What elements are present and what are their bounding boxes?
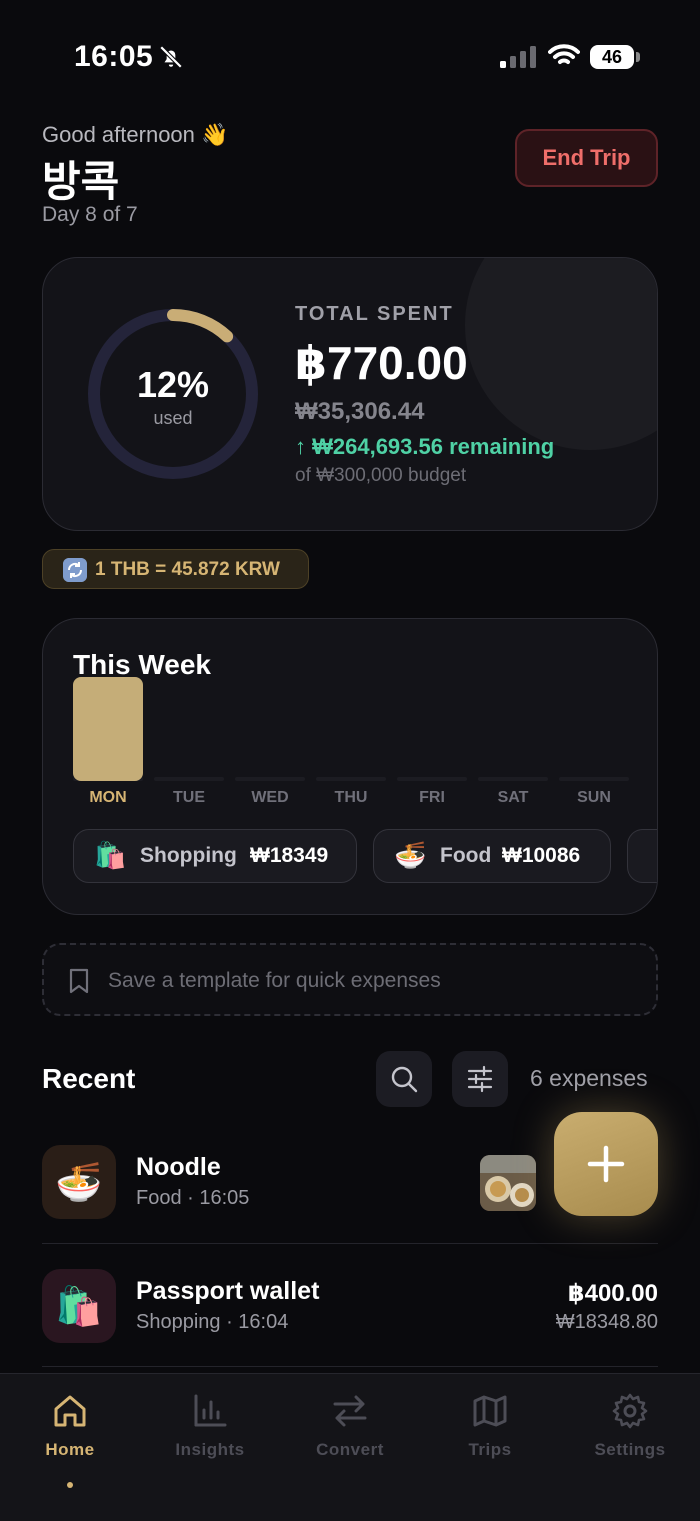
plus-icon bbox=[587, 1145, 625, 1183]
end-trip-button[interactable]: End Trip bbox=[515, 129, 658, 187]
battery-indicator: 46 bbox=[590, 45, 634, 69]
wifi-icon bbox=[548, 44, 580, 64]
expense-amount: ฿400.00 bbox=[567, 1280, 658, 1307]
row-divider bbox=[42, 1243, 658, 1244]
save-template-text: Save a template for quick expenses bbox=[108, 969, 441, 992]
gear-icon bbox=[612, 1393, 648, 1429]
trip-name: 방콕 bbox=[42, 157, 120, 206]
total-spent-label: TOTAL SPENT bbox=[295, 303, 454, 325]
bar-track bbox=[397, 777, 467, 781]
category-chip[interactable]: 🛍️ Shopping ₩18349 bbox=[73, 829, 357, 883]
bar-track bbox=[235, 777, 305, 781]
category-chip[interactable] bbox=[627, 829, 657, 883]
bell-muted-icon bbox=[159, 45, 183, 69]
category-name: Food bbox=[440, 844, 492, 867]
day-label: THU bbox=[334, 789, 368, 806]
refresh-icon bbox=[63, 558, 87, 582]
greeting: Good afternoon 👋 bbox=[42, 122, 229, 147]
receipt-photo-thumbnail[interactable] bbox=[480, 1155, 536, 1211]
swap-arrows-icon bbox=[333, 1395, 367, 1427]
bar-track bbox=[154, 777, 224, 781]
bar-chart-icon bbox=[194, 1394, 227, 1427]
category-icon: 🛍️ bbox=[94, 841, 127, 871]
tab-settings[interactable]: Settings bbox=[560, 1392, 700, 1482]
expense-count: 6 expenses bbox=[530, 1065, 648, 1091]
trip-day-info: Day 8 of 7 bbox=[42, 203, 138, 226]
row-divider bbox=[42, 1366, 658, 1367]
bar-track bbox=[559, 777, 629, 781]
tab-home[interactable]: Home bbox=[0, 1392, 140, 1488]
day-bar[interactable] bbox=[73, 677, 143, 781]
exchange-rate-pill[interactable]: 1 THB = 45.872 KRW bbox=[42, 549, 309, 589]
category-chip[interactable]: 🍜 Food ₩10086 bbox=[373, 829, 611, 883]
expense-meta: Shopping · 16:04 bbox=[136, 1311, 289, 1333]
expense-name: Passport wallet bbox=[136, 1277, 320, 1305]
tab-trips[interactable]: Trips bbox=[420, 1392, 560, 1482]
remaining-budget: ↑ ₩264,693.56 remaining bbox=[295, 434, 555, 459]
exchange-rate-text: 1 THB = 45.872 KRW bbox=[95, 559, 280, 580]
category-name: Shopping bbox=[140, 844, 237, 867]
filter-button[interactable] bbox=[452, 1051, 508, 1107]
status-time: 16:05 bbox=[74, 40, 154, 73]
tab-label: Convert bbox=[316, 1440, 384, 1459]
tab-insights[interactable]: Insights bbox=[140, 1392, 280, 1482]
search-icon bbox=[391, 1066, 418, 1093]
weekly-spending-card: This Week MON TUE WED THU FRI SAT SUN 🛍️ Shoppi… bbox=[42, 618, 658, 915]
day-label: TUE bbox=[173, 789, 205, 806]
battery-tip bbox=[636, 52, 640, 62]
total-spent-amount: ฿770.00 bbox=[295, 337, 468, 389]
tab-label: Home bbox=[45, 1440, 95, 1459]
photo-icon bbox=[480, 1155, 536, 1211]
bookmark-icon bbox=[69, 968, 89, 994]
search-button[interactable] bbox=[376, 1051, 432, 1107]
card-decoration bbox=[465, 258, 657, 450]
tab-label: Trips bbox=[468, 1440, 512, 1459]
tab-convert[interactable]: Convert bbox=[280, 1392, 420, 1482]
day-label: SUN bbox=[577, 789, 611, 806]
expense-converted-amount: ₩18348.80 bbox=[555, 1311, 658, 1333]
map-icon bbox=[473, 1395, 507, 1427]
bar-track bbox=[478, 777, 548, 781]
expense-name: Noodle bbox=[136, 1153, 221, 1181]
bottom-tab-bar: Home Insights Convert Trips Settings bbox=[0, 1373, 700, 1521]
expense-row[interactable]: 🛍️ Passport wallet Shopping · 16:04 ฿400… bbox=[42, 1269, 658, 1369]
noodle-icon: 🍜 bbox=[42, 1145, 116, 1219]
tab-label: Settings bbox=[594, 1440, 666, 1459]
percent-used: 12% bbox=[136, 364, 210, 405]
day-label: FRI bbox=[419, 789, 445, 806]
active-tab-indicator bbox=[67, 1482, 73, 1488]
sliders-icon bbox=[467, 1065, 493, 1093]
tab-label: Insights bbox=[175, 1440, 245, 1459]
add-expense-button[interactable] bbox=[554, 1112, 658, 1216]
save-template-prompt[interactable]: Save a template for quick expenses bbox=[42, 943, 658, 1016]
category-amount: ₩10086 bbox=[502, 844, 581, 867]
status-bar: 16:05 46 bbox=[0, 0, 700, 110]
category-icon: 🍜 bbox=[394, 841, 427, 871]
expense-meta: Food · 16:05 bbox=[136, 1187, 250, 1209]
percent-used-label: used bbox=[153, 408, 193, 428]
home-icon bbox=[54, 1395, 86, 1427]
bar-track bbox=[316, 777, 386, 781]
total-spent-card: 12% used TOTAL SPENT ฿770.00 ₩35,306.44 … bbox=[42, 257, 658, 531]
signal-icon bbox=[500, 46, 536, 68]
shopping-bag-icon: 🛍️ bbox=[42, 1269, 116, 1343]
day-label: MON bbox=[89, 789, 127, 806]
day-label: WED bbox=[251, 789, 289, 806]
recent-title: Recent bbox=[42, 1063, 136, 1094]
category-amount: ₩18349 bbox=[250, 844, 329, 867]
total-spent-converted: ₩35,306.44 bbox=[295, 398, 425, 425]
total-budget: of ₩300,000 budget bbox=[295, 465, 467, 486]
day-label: SAT bbox=[497, 789, 529, 806]
